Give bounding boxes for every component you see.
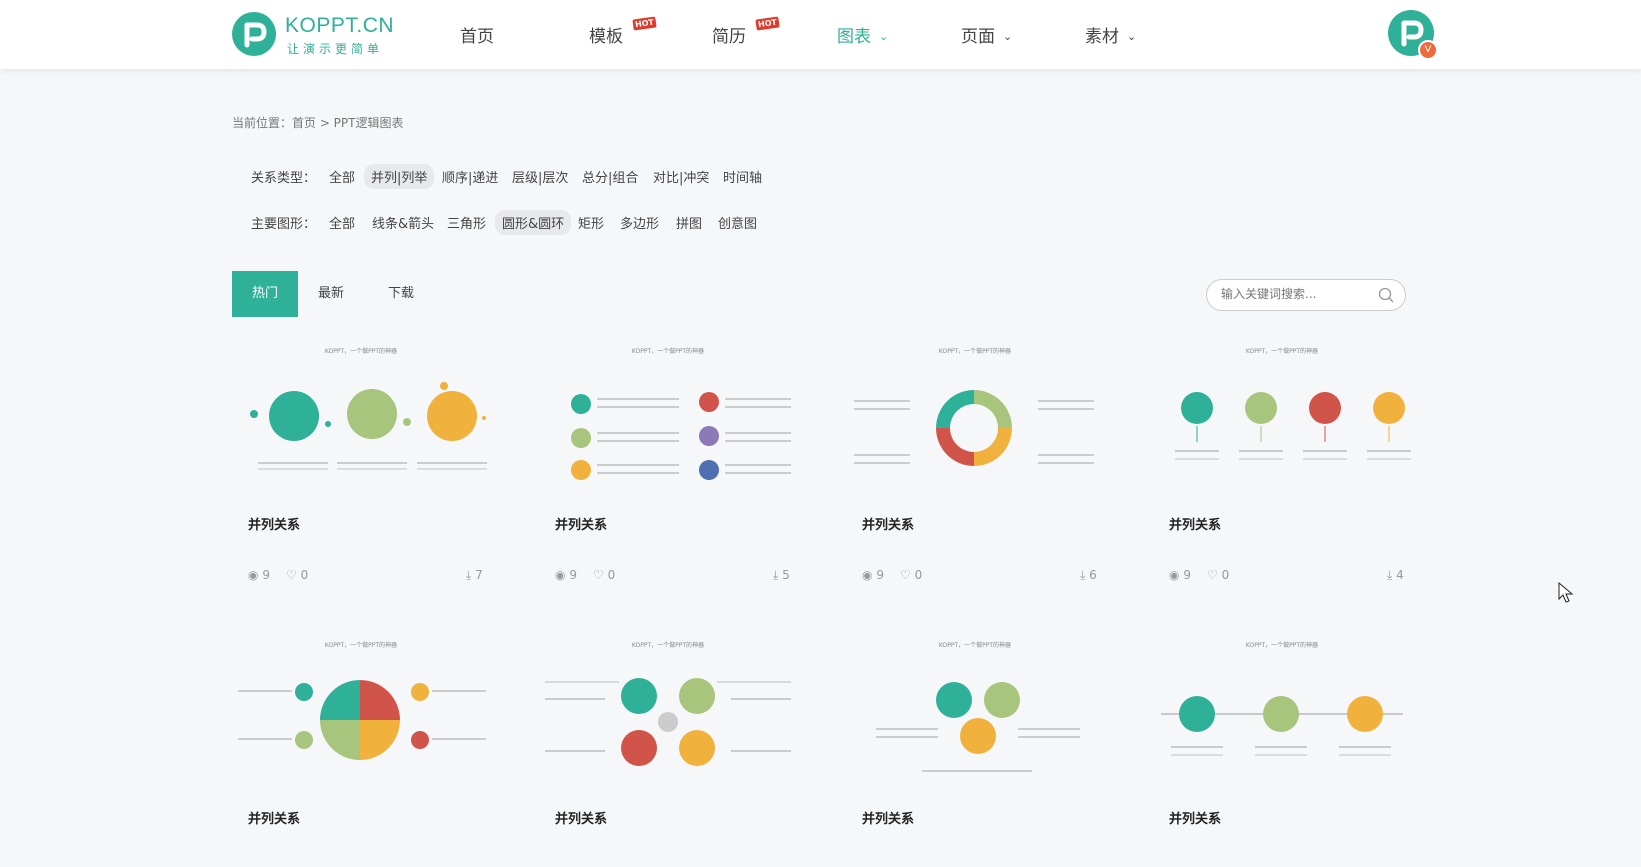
heart-icon: ♡ [593,568,604,582]
brand-slogan: 让演示更简单 [287,42,384,56]
chevron-down-icon: ⌄ [879,30,889,43]
likes-count[interactable]: ♡ 0 [286,568,308,582]
template-thumbnail[interactable]: KOPPT，一个做PPT的神器 [232,640,490,780]
likes-count[interactable]: ♡ 0 [1207,568,1229,582]
card-title[interactable]: 并列关系 [555,514,607,533]
social-icons-diagram [1175,392,1411,460]
thumbnail-title: KOPPT，一个做PPT的神器 [631,348,705,355]
filter-label: 主要图形： [251,217,317,232]
logo-mark-icon [232,12,276,56]
filter-option[interactable]: 时间轴 [716,164,769,189]
filter-option[interactable]: 拼图 [669,210,709,235]
thumbnail-title: KOPPT，一个做PPT的神器 [938,642,1012,649]
filter-option[interactable]: 创意图 [711,210,764,235]
tab-hot[interactable]: 热门 [232,271,298,317]
filter-option[interactable]: 全部 [322,210,362,235]
downloads-count: ⤓ 7 [466,568,483,582]
three-nodes-line-diagram [1161,696,1403,756]
filter-label: 关系类型： [251,171,317,186]
eye-icon: ◉ [862,568,873,582]
views-count: ◉ 9 [555,568,577,582]
heart-icon: ♡ [900,568,911,582]
social-cluster-diagram [545,678,791,766]
search-icon[interactable] [1377,286,1395,304]
tab-latest[interactable]: 最新 [298,271,364,317]
downloads-count: ⤓ 4 [1387,568,1404,582]
thumbnail-title: KOPPT，一个做PPT的神器 [631,642,705,649]
filter-option[interactable]: 顺序|递进 [435,164,505,189]
download-icon: ⤓ [466,568,472,582]
vip-badge-icon: V [1418,40,1438,60]
thumbnail-title: KOPPT，一个做PPT的神器 [1245,348,1319,355]
nav-item-home[interactable]: 首页 [460,22,494,47]
template-thumbnail[interactable]: KOPPT，一个做PPT的神器 [539,346,797,486]
thumbnail-title: KOPPT，一个做PPT的神器 [938,348,1012,355]
card-title[interactable]: 并列关系 [555,808,607,827]
heart-icon: ♡ [1207,568,1218,582]
filter-option[interactable]: 全部 [322,164,362,189]
brand-name: KOPPT.CN [285,14,395,37]
card-title[interactable]: 并列关系 [1169,808,1221,827]
template-thumbnail[interactable]: KOPPT，一个做PPT的神器 [539,640,797,780]
heart-icon: ♡ [286,568,297,582]
thumbnail-title: KOPPT，一个做PPT的神器 [324,642,398,649]
parallel-bubbles-diagram [250,382,487,470]
filter-option[interactable]: 总分|组合 [575,164,645,189]
nav-item-materials[interactable]: 素材 ⌄ [1085,22,1136,47]
thumbnail-title: KOPPT，一个做PPT的神器 [1245,642,1319,649]
site-header: KOPPT.CN 让演示更简单 首页 模板 HOT 简历 HOT 图表 ⌄ 页面 ⌄ 素… [0,0,1641,69]
card-title[interactable]: 并列关系 [1169,514,1221,533]
eye-icon: ◉ [555,568,566,582]
hot-badge: HOT [632,16,657,31]
eye-icon: ◉ [1169,568,1180,582]
user-avatar[interactable]: V [1388,10,1438,60]
search-input[interactable] [1221,287,1371,301]
likes-count[interactable]: ♡ 0 [900,568,922,582]
filter-option[interactable]: 层级|层次 [505,164,575,189]
eye-icon: ◉ [248,568,259,582]
card-title[interactable]: 并列关系 [248,514,300,533]
filter-option[interactable]: 线条&箭头 [365,210,441,235]
mouse-cursor-icon [1558,582,1574,603]
nav-item-pages[interactable]: 页面 ⌄ [961,22,1012,47]
chevron-down-icon: ⌄ [1127,30,1137,43]
download-icon: ⤓ [773,568,779,582]
hot-badge: HOT [755,16,780,31]
three-circles-diagram [876,682,1080,772]
swot-ring-diagram [854,390,1094,466]
downloads-count: ⤓ 5 [773,568,790,582]
views-count: ◉ 9 [248,568,270,582]
search-box [1206,279,1406,311]
downloads-count: ⤓ 6 [1080,568,1097,582]
nav-item-charts[interactable]: 图表 ⌄ [837,22,888,47]
filter-option-selected[interactable]: 并列|列举 [364,164,435,189]
breadcrumb: 当前位置：首页 > PPT逻辑图表 [232,116,404,130]
filter-option[interactable]: 矩形 [571,210,611,235]
views-count: ◉ 9 [1169,568,1191,582]
card-title[interactable]: 并列关系 [862,808,914,827]
views-count: ◉ 9 [862,568,884,582]
nav-item-templates[interactable]: 模板 HOT [589,16,657,47]
nav-item-resume[interactable]: 简历 HOT [712,16,780,47]
template-thumbnail[interactable]: KOPPT，一个做PPT的神器 [846,346,1104,486]
likes-count[interactable]: ♡ 0 [593,568,615,582]
download-icon: ⤓ [1387,568,1393,582]
template-thumbnail[interactable]: KOPPT，一个做PPT的神器 [1153,640,1411,780]
card-title[interactable]: 并列关系 [862,514,914,533]
tab-downloads[interactable]: 下载 [368,271,434,317]
filter-option-selected[interactable]: 圆形&圆环 [495,210,572,235]
icon-list-diagram [571,392,791,480]
template-thumbnail[interactable]: KOPPT，一个做PPT的神器 [1153,346,1411,486]
download-icon: ⤓ [1080,568,1086,582]
chevron-down-icon: ⌄ [1003,30,1013,43]
thumbnail-title: KOPPT，一个做PPT的神器 [324,348,398,355]
filter-option[interactable]: 多边形 [613,210,666,235]
pie-quadrant-diagram [238,680,486,760]
template-thumbnail[interactable]: KOPPT，一个做PPT的神器 [846,640,1104,780]
filter-option[interactable]: 对比|冲突 [646,164,716,189]
site-logo[interactable]: KOPPT.CN 让演示更简单 [232,12,395,58]
template-thumbnail[interactable]: KOPPT，一个做PPT的神器 [232,346,490,486]
card-title[interactable]: 并列关系 [248,808,300,827]
filter-option[interactable]: 三角形 [440,210,493,235]
